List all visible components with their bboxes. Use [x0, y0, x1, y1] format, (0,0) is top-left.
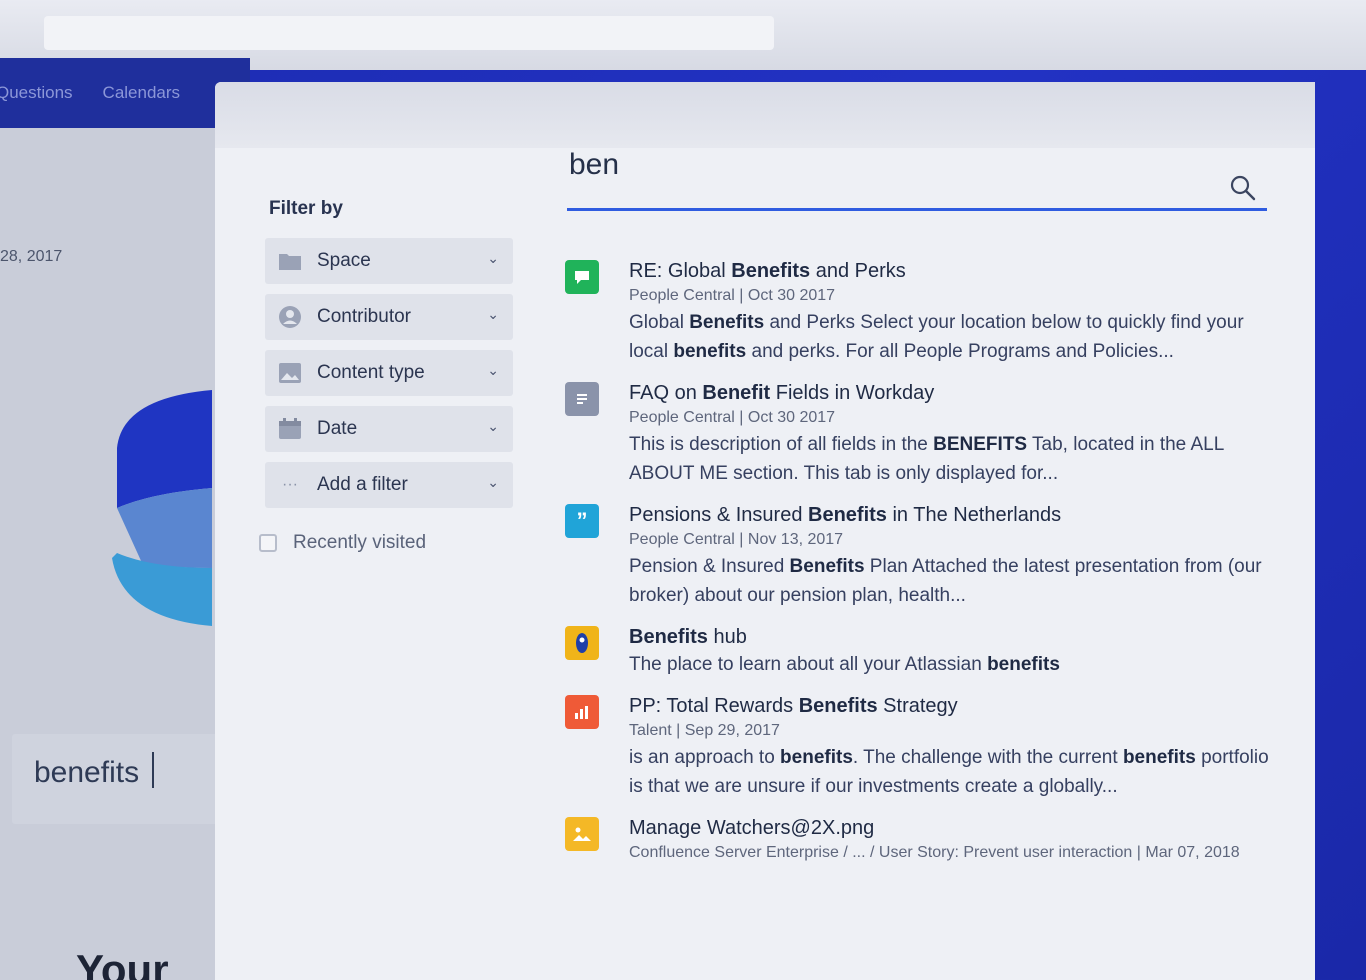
- background-date: 28, 2017: [0, 248, 63, 265]
- filter-date[interactable]: Date ⌄: [265, 406, 513, 452]
- folder-icon: [277, 249, 303, 273]
- url-field[interactable]: [44, 16, 774, 50]
- result-meta: Talent | Sep 29, 2017: [629, 722, 780, 739]
- document-icon: [565, 382, 599, 416]
- result-excerpt: Pension & Insured Benefits Plan Attached…: [629, 556, 1262, 606]
- chat-icon: [565, 260, 599, 294]
- results-list: RE: Global Benefits and Perks People Cent…: [565, 258, 1285, 879]
- result-meta: People Central | Oct 30 2017: [629, 409, 836, 426]
- result-title[interactable]: FAQ on Benefit Fields in Workday: [629, 380, 1285, 406]
- search-result[interactable]: FAQ on Benefit Fields in Workday People C…: [565, 380, 1285, 488]
- chevron-down-icon: ⌄: [487, 418, 499, 434]
- background-search-field[interactable]: benefits: [12, 734, 242, 824]
- search-dialog: ben Filter by Space ⌄ Contributor ⌄ Cont…: [215, 82, 1315, 980]
- checkbox[interactable]: [259, 534, 277, 552]
- image-icon: [277, 361, 303, 385]
- result-title[interactable]: RE: Global Benefits and Perks: [629, 258, 1285, 284]
- search-icon[interactable]: [1229, 174, 1257, 202]
- search-result[interactable]: RE: Global Benefits and Perks People Cent…: [565, 258, 1285, 366]
- result-excerpt: The place to learn about all your Atlass…: [629, 654, 1060, 675]
- filter-label: Space: [317, 250, 371, 271]
- chevron-down-icon: ⌄: [487, 306, 499, 322]
- image-file-icon: [565, 817, 599, 851]
- search-result[interactable]: ” Pensions & Insured Benefits in The Neth…: [565, 502, 1285, 610]
- result-excerpt: Global Benefits and Perks Select your lo…: [629, 312, 1244, 362]
- search-underline: [567, 208, 1267, 211]
- result-title[interactable]: Manage Watchers@2X.png: [629, 815, 1285, 841]
- text-cursor: [152, 752, 154, 788]
- filter-space[interactable]: Space ⌄: [265, 238, 513, 284]
- chevron-down-icon: ⌄: [487, 250, 499, 266]
- filter-label: Add a filter: [317, 474, 408, 495]
- filter-label: Date: [317, 418, 358, 439]
- filter-content-type[interactable]: Content type ⌄: [265, 350, 513, 396]
- filter-add[interactable]: ··· Add a filter ⌄: [265, 462, 513, 508]
- chart-icon: [565, 695, 599, 729]
- nav-item-calendars[interactable]: Calendars: [103, 83, 181, 103]
- result-meta: People Central | Nov 13, 2017: [629, 531, 844, 548]
- filter-contributor[interactable]: Contributor ⌄: [265, 294, 513, 340]
- result-excerpt: This is description of all fields in the…: [629, 434, 1224, 484]
- chevron-down-icon: ⌄: [487, 474, 499, 490]
- nav-item-questions[interactable]: Questions: [0, 83, 73, 103]
- recently-visited-checkbox[interactable]: Recently visited: [259, 532, 426, 554]
- filter-title: Filter by: [269, 198, 343, 219]
- search-input[interactable]: ben: [569, 148, 619, 182]
- background-nav: Questions Calendars: [0, 58, 250, 128]
- search-result[interactable]: Benefits hub The place to learn about all…: [565, 624, 1285, 679]
- filter-list: Space ⌄ Contributor ⌄ Content type ⌄ Dat…: [265, 238, 513, 518]
- recently-visited-label: Recently visited: [293, 532, 427, 553]
- background-search-value: benefits: [34, 756, 140, 789]
- more-icon: ···: [282, 476, 298, 493]
- search-result[interactable]: Manage Watchers@2X.png Confluence Server …: [565, 815, 1285, 865]
- result-meta: People Central | Oct 30 2017: [629, 287, 836, 304]
- person-icon: [277, 305, 303, 329]
- result-meta: Confluence Server Enterprise / ... / Use…: [629, 844, 1240, 861]
- space-icon: [565, 626, 599, 660]
- result-title[interactable]: PP: Total Rewards Benefits Strategy: [629, 693, 1285, 719]
- background-heading: Your: [76, 946, 169, 980]
- result-excerpt: is an approach to benefits. The challeng…: [629, 747, 1269, 797]
- filter-label: Contributor: [317, 306, 411, 327]
- search-result[interactable]: PP: Total Rewards Benefits Strategy Talen…: [565, 693, 1285, 801]
- background-app: Questions Calendars 28, 2017 benefits Yo…: [0, 58, 250, 980]
- dialog-header: [215, 82, 1315, 148]
- result-title[interactable]: Benefits hub: [629, 624, 1285, 650]
- result-title[interactable]: Pensions & Insured Benefits in The Nethe…: [629, 502, 1285, 528]
- calendar-icon: [277, 417, 303, 441]
- quote-icon: ”: [565, 504, 599, 538]
- search-box[interactable]: ben: [567, 144, 1267, 234]
- chevron-down-icon: ⌄: [487, 362, 499, 378]
- filter-label: Content type: [317, 362, 425, 383]
